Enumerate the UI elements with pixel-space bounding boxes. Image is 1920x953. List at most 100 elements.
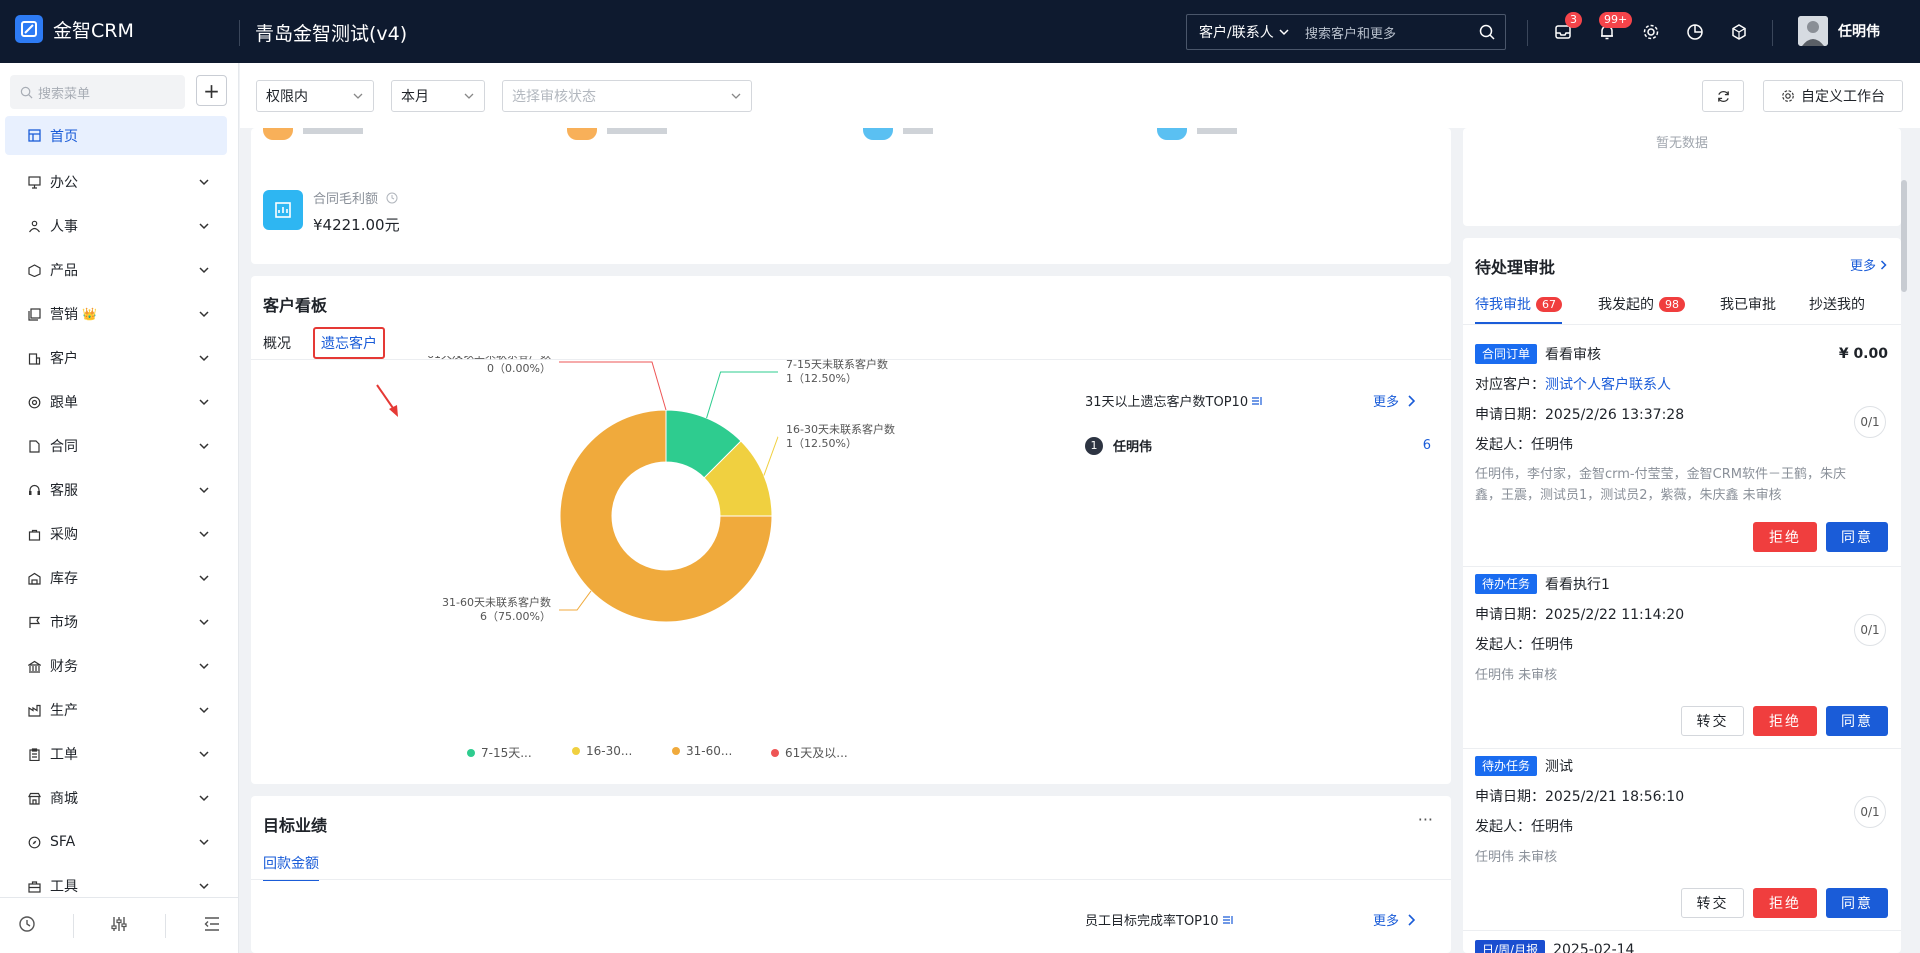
sidebar-item-home[interactable]: 首页 <box>5 116 227 155</box>
empty-text: 暂无数据 <box>1655 136 1708 151</box>
top10-name: 任明伟 <box>1113 440 1153 455</box>
reject-button[interactable]: 拒绝 <box>1753 522 1817 552</box>
approval-initiator: 发起人：任明伟 <box>1475 819 1573 835</box>
chevron-down-icon <box>199 663 209 670</box>
monitor-icon <box>27 175 41 189</box>
gear-icon[interactable] <box>1639 20 1663 44</box>
compass-icon <box>27 835 41 849</box>
slice-label: 31-60天未联系客户数 <box>442 595 551 609</box>
agree-button[interactable]: 同意 <box>1826 522 1888 552</box>
sidebar-menu: 首页 办公 人事 产品 营销 👑 客户 跟单 合同 客服 采购 库存 市场 财务… <box>5 116 227 908</box>
filter-bar: 权限内 本月 选择审核状态 自定义工作台 <box>240 63 1920 128</box>
legend-item[interactable]: 61天及以... <box>771 744 848 761</box>
gross-profit-value: ¥4221.00元 <box>313 216 400 234</box>
history-icon[interactable] <box>18 915 36 937</box>
stat-icon <box>567 128 597 140</box>
chevron-down-icon <box>199 795 209 802</box>
user-menu[interactable]: 任明伟 <box>1798 16 1880 46</box>
top10-more-link[interactable]: 更多 <box>1373 391 1416 410</box>
chevron-down-icon <box>199 267 209 274</box>
sidebar-item-mall[interactable]: 商城 <box>5 776 227 820</box>
refresh-icon <box>1717 90 1729 102</box>
sidebar-item-production[interactable]: 生产 <box>5 688 227 732</box>
approval-header: 待办任务 看看执行1 <box>1475 574 1610 594</box>
divider <box>1463 930 1901 931</box>
pie-chart-icon[interactable] <box>1683 20 1707 44</box>
sidebar-item-purchase[interactable]: 采购 <box>5 512 227 556</box>
slice-label: 16-30天未联系客户数 <box>786 422 895 436</box>
approval-item[interactable]: 待办任务 测试 申请日期：2025/2/21 18:56:10 发起人：任明伟 … <box>1463 756 1888 926</box>
bell-icon[interactable]: 99+ <box>1595 12 1633 44</box>
customer-link[interactable]: 测试个人客户联系人 <box>1545 377 1671 393</box>
sort-icon[interactable] <box>1251 395 1263 407</box>
sidebar-item-marketing[interactable]: 营销 👑 <box>5 292 227 336</box>
sidebar-item-followup[interactable]: 跟单 <box>5 380 227 424</box>
clock-icon[interactable] <box>386 192 398 204</box>
todo-icon[interactable]: 3 <box>1551 12 1582 44</box>
chevron-down-icon <box>464 93 474 99</box>
sidebar-item-finance[interactable]: 财务 <box>5 644 227 688</box>
scope-select[interactable]: 权限内 <box>256 80 374 112</box>
sidebar-item-product[interactable]: 产品 <box>5 248 227 292</box>
search-icon[interactable] <box>1469 24 1505 40</box>
sidebar-item-inventory[interactable]: 库存 <box>5 556 227 600</box>
tab-payment-amount[interactable]: 回款金额 <box>263 853 319 881</box>
approval-title: 测试 <box>1545 759 1574 775</box>
legend-item[interactable]: 16-30... <box>572 744 632 758</box>
tab-initiated-by-me[interactable]: 我发起的 98 <box>1598 294 1685 314</box>
add-button[interactable]: + <box>196 75 227 106</box>
tab-approved-by-me[interactable]: 我已审批 <box>1720 294 1776 314</box>
period-select[interactable]: 本月 <box>391 80 485 112</box>
sidebar-item-contract[interactable]: 合同 <box>5 424 227 468</box>
approvals-more-link[interactable]: 更多 <box>1850 255 1887 274</box>
sidebar-item-market[interactable]: 市场 <box>5 600 227 644</box>
sidebar-item-office[interactable]: 办公 <box>5 160 227 204</box>
agree-button[interactable]: 同意 <box>1826 888 1888 918</box>
brand-logo[interactable]: 金智CRM <box>15 15 134 43</box>
sidebar-item-service[interactable]: 客服 <box>5 468 227 512</box>
collapse-menu-icon[interactable] <box>203 915 221 937</box>
tab-forgotten-customers[interactable]: 遗忘客户 <box>313 327 385 359</box>
sidebar-item-hr[interactable]: 人事 <box>5 204 227 248</box>
top10-row[interactable]: 1 任明伟 6 <box>1085 436 1431 455</box>
transfer-button[interactable]: 转交 <box>1681 888 1744 918</box>
more-menu-button[interactable]: ··· <box>1418 810 1433 829</box>
sidebar-item-workorder[interactable]: 工单 <box>5 732 227 776</box>
more-label: 更多 <box>1373 914 1400 929</box>
transfer-button[interactable]: 转交 <box>1681 706 1744 736</box>
more-label: 更多 <box>1849 259 1876 274</box>
target-more-link[interactable]: 更多 <box>1373 910 1416 929</box>
reject-button[interactable]: 拒绝 <box>1753 706 1817 736</box>
toolbox-icon <box>27 879 41 893</box>
tab-cc-to-me[interactable]: 抄送我的 <box>1809 294 1865 314</box>
target-top10-title-text: 员工目标完成率TOP10 <box>1085 914 1219 929</box>
cube-icon[interactable] <box>1727 20 1751 44</box>
sort-icon[interactable] <box>1222 914 1234 926</box>
page-scrollbar[interactable] <box>1901 180 1907 292</box>
approval-item[interactable]: 待办任务 看看执行1 申请日期：2025/2/22 11:14:20 发起人：任… <box>1463 574 1888 744</box>
approval-item[interactable]: 日/周/月报 2025-02-14 <box>1463 940 1888 953</box>
reject-button[interactable]: 拒绝 <box>1753 888 1817 918</box>
store-icon <box>27 791 41 805</box>
tenant-name: 青岛金智测试(v4) <box>255 23 408 45</box>
tab-overview[interactable]: 概况 <box>263 333 291 353</box>
top10-title: 31天以上遗忘客户数TOP10 <box>1085 391 1263 410</box>
chevron-down-icon <box>199 443 209 450</box>
target-title: 目标业绩 <box>263 816 328 835</box>
chevron-down-icon <box>199 839 209 846</box>
search-scope-select[interactable]: 客户/联系人 <box>1187 22 1305 42</box>
sidebar-item-customer[interactable]: 客户 <box>5 336 227 380</box>
search-input[interactable]: 搜索客户和更多 <box>1305 23 1469 42</box>
status-select[interactable]: 选择审核状态 <box>502 80 752 112</box>
legend-item[interactable]: 7-15天... <box>467 744 532 761</box>
sliders-icon[interactable] <box>110 915 128 937</box>
approval-item[interactable]: 合同订单 看看审核 ¥ 0.00 对应客户：测试个人客户联系人 申请日期：202… <box>1463 334 1888 559</box>
refresh-button[interactable] <box>1702 80 1744 112</box>
menu-search-input[interactable]: 搜索菜单 <box>10 75 185 109</box>
customize-workbench-button[interactable]: 自定义工作台 <box>1763 80 1903 112</box>
legend-item[interactable]: 31-60... <box>672 744 732 758</box>
document-icon <box>27 439 41 453</box>
sidebar-item-sfa[interactable]: SFA <box>5 820 227 864</box>
agree-button[interactable]: 同意 <box>1826 706 1888 736</box>
tab-pending-my-approval[interactable]: 待我审批 67 <box>1475 294 1562 324</box>
